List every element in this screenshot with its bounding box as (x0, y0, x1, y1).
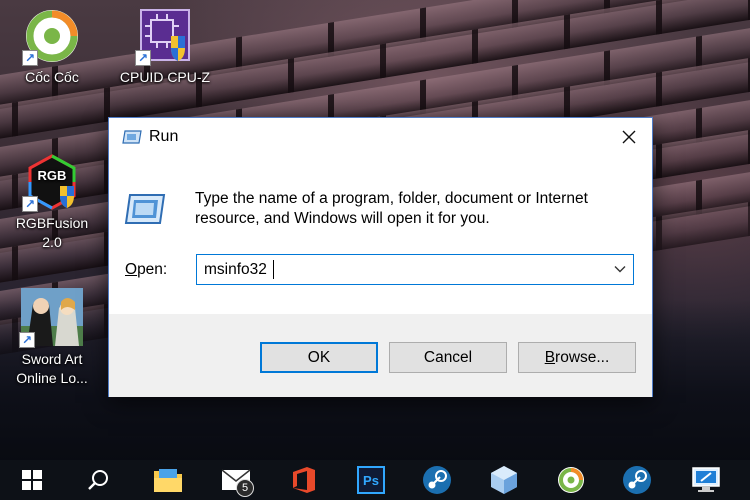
rgb-fusion-icon: RGB ↗ (22, 152, 82, 212)
cancel-button[interactable]: Cancel (389, 342, 507, 373)
text-caret (273, 260, 274, 279)
taskbar-remote-desktop[interactable] (682, 460, 730, 500)
mail-badge: 5 (236, 479, 254, 497)
dialog-title: Run (149, 128, 179, 145)
start-button[interactable] (8, 460, 56, 500)
coccoc-browser-icon (558, 467, 584, 493)
taskbar-virtualbox[interactable] (480, 460, 528, 500)
taskbar-mail[interactable]: 5 (212, 460, 260, 500)
ok-button[interactable]: OK (260, 342, 378, 373)
office-icon (293, 467, 315, 493)
browse-button[interactable]: Browse... (518, 342, 636, 373)
open-combobox[interactable]: msinfo32 (196, 254, 634, 285)
svg-text:RGB: RGB (38, 168, 67, 183)
steam-icon (623, 466, 651, 494)
close-icon (622, 130, 636, 144)
windows-start-icon (22, 470, 42, 490)
run-icon (122, 130, 142, 144)
taskbar-steam-2[interactable] (613, 460, 661, 500)
search-icon (88, 470, 108, 490)
desktop-icon-label: Sword Art Online Lo... (16, 351, 88, 386)
taskbar-coccoc[interactable] (547, 460, 595, 500)
cpuz-icon: ↗ (135, 6, 195, 66)
open-label: Open: (125, 261, 168, 278)
photoshop-icon: Ps (357, 466, 385, 494)
run-dialog: Run Type the name of a program, folder, … (108, 117, 653, 397)
desktop-icon-cpuz[interactable]: ↗ CPUID CPU-Z (115, 6, 215, 87)
run-program-icon (124, 193, 166, 225)
remote-desktop-icon (692, 467, 720, 492)
desktop-icon-rgbfusion[interactable]: RGB ↗ RGBFusion 2.0 (2, 152, 102, 252)
close-button[interactable] (606, 118, 652, 156)
taskbar: 5 Ps (0, 460, 750, 500)
taskbar-photoshop[interactable]: Ps (347, 460, 395, 500)
dialog-titlebar[interactable]: Run (109, 118, 652, 156)
file-explorer-icon (154, 469, 182, 492)
desktop-icon-sao[interactable]: ↗ Sword Art Online Lo... (2, 286, 102, 388)
taskbar-steam-1[interactable] (413, 460, 461, 500)
desktop-icon-coccoc[interactable]: ↗ Cốc Cốc (2, 6, 102, 87)
search-button[interactable] (74, 460, 122, 500)
dialog-description: Type the name of a program, folder, docu… (195, 190, 588, 227)
sword-art-online-icon: ↗ (19, 286, 85, 348)
steam-icon (423, 466, 451, 494)
taskbar-file-explorer[interactable] (144, 460, 192, 500)
coccoc-browser-icon: ↗ (22, 6, 82, 66)
desktop-icon-label: Cốc Cốc (25, 69, 79, 85)
desktop-icon-label: RGBFusion 2.0 (15, 215, 89, 250)
chevron-down-icon[interactable] (613, 262, 627, 276)
open-input[interactable]: msinfo32 (204, 261, 267, 279)
virtualbox-icon (491, 466, 517, 494)
taskbar-office[interactable] (280, 460, 328, 500)
desktop-icon-label: CPUID CPU-Z (119, 69, 211, 85)
